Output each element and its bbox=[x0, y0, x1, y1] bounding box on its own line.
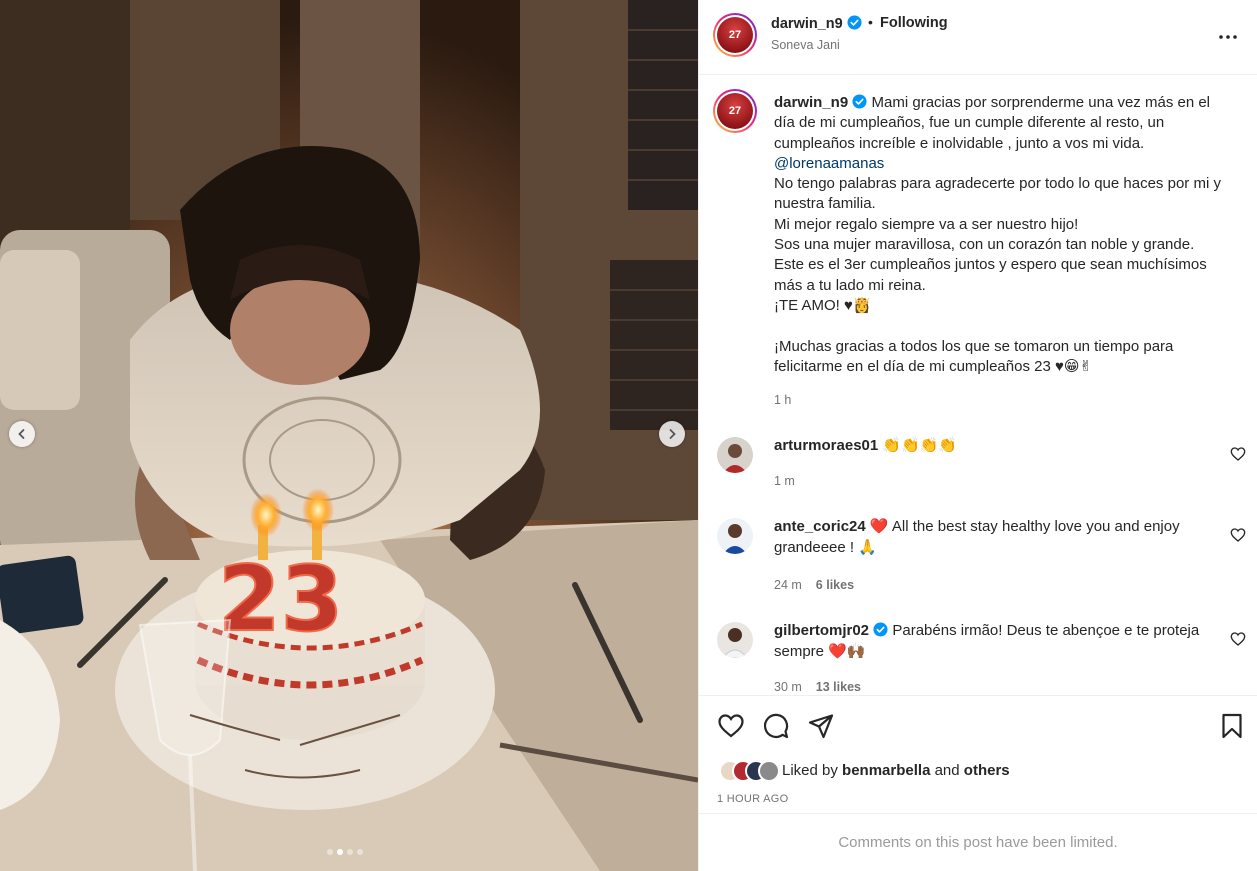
post-actions-bar: Liked by benmarbella and others 1 HOUR A… bbox=[699, 695, 1257, 813]
carousel-dot bbox=[327, 849, 333, 855]
save-bookmark-icon[interactable] bbox=[1218, 712, 1246, 740]
carousel-dot-active bbox=[337, 849, 343, 855]
comment-meta: 24 m 6 likes bbox=[774, 578, 854, 592]
avatar-image: 27 bbox=[717, 17, 753, 53]
post-dialog: 23 27 darwin_n9 • Following Soneva Jani … bbox=[0, 0, 1257, 871]
comment-text: gilbertomjr02 Parabéns irmão! Deus te ab… bbox=[774, 622, 1200, 660]
liked-by-text: Liked by benmarbella and others bbox=[782, 762, 1010, 779]
avatar-image bbox=[717, 622, 753, 658]
commenter-avatar[interactable] bbox=[717, 622, 753, 658]
chevron-right-icon bbox=[669, 429, 676, 439]
more-options-button[interactable] bbox=[1216, 25, 1240, 49]
carousel-dot bbox=[347, 849, 353, 855]
commenter-avatar[interactable] bbox=[717, 437, 753, 473]
caption-username[interactable]: darwin_n9 bbox=[774, 94, 848, 111]
caption-author-avatar[interactable]: 27 bbox=[713, 89, 757, 133]
comment-text: arturmoraes01 👏👏👏👏 bbox=[774, 437, 958, 454]
verified-badge-icon bbox=[873, 622, 888, 637]
verified-badge-icon bbox=[847, 15, 862, 30]
like-comment-heart-icon[interactable] bbox=[1230, 527, 1246, 543]
caption-text-body: No tengo palabras para agradecerte por t… bbox=[774, 175, 1221, 375]
post-timestamp[interactable]: 1 HOUR AGO bbox=[717, 793, 788, 805]
comment-username[interactable]: arturmoraes01 bbox=[774, 437, 878, 454]
post-header: 27 darwin_n9 • Following Soneva Jani bbox=[699, 0, 1257, 75]
next-photo-button[interactable] bbox=[659, 421, 685, 447]
comments-list[interactable]: 27 darwin_n9 Mami gracias por sorprender… bbox=[699, 76, 1257, 694]
previous-photo-button[interactable] bbox=[9, 421, 35, 447]
comment-username[interactable]: gilbertomjr02 bbox=[774, 622, 869, 639]
post-caption: darwin_n9 Mami gracias por sorprenderme … bbox=[774, 93, 1234, 377]
comments-limited-notice: Comments on this post have been limited. bbox=[699, 813, 1257, 871]
liked-by-others-link[interactable]: others bbox=[964, 762, 1010, 779]
like-comment-heart-icon[interactable] bbox=[1230, 631, 1246, 647]
svg-text:23: 23 bbox=[218, 547, 343, 652]
comment-text: ante_coric24 ❤️ All the best stay health… bbox=[774, 518, 1180, 556]
author-avatar[interactable]: 27 bbox=[713, 13, 757, 57]
more-options-icon bbox=[1219, 35, 1237, 39]
comment-likes-count[interactable]: 6 likes bbox=[816, 578, 854, 592]
comment-likes-count[interactable]: 13 likes bbox=[816, 680, 861, 694]
post-side-panel: 27 darwin_n9 • Following Soneva Jani 27 … bbox=[698, 0, 1257, 871]
header-separator: • bbox=[868, 14, 873, 30]
caption-time[interactable]: 1 h bbox=[774, 393, 791, 407]
post-media: 23 bbox=[0, 0, 698, 871]
verified-badge-icon bbox=[852, 94, 867, 109]
comment-meta: 30 m 13 likes bbox=[774, 680, 861, 694]
caption-mention-link[interactable]: @lorenaamanas bbox=[774, 155, 884, 172]
avatar-image: 27 bbox=[717, 93, 753, 129]
share-paper-plane-icon[interactable] bbox=[807, 712, 835, 740]
comment-time[interactable]: 24 m bbox=[774, 578, 802, 592]
carousel-indicator bbox=[327, 849, 363, 855]
post-location[interactable]: Soneva Jani bbox=[771, 38, 840, 52]
comment-bubble-icon[interactable] bbox=[762, 712, 790, 740]
author-username[interactable]: darwin_n9 bbox=[771, 15, 862, 32]
liker-avatar bbox=[758, 760, 780, 782]
like-comment-heart-icon[interactable] bbox=[1230, 446, 1246, 462]
avatar-image bbox=[717, 518, 753, 554]
post-photo: 23 bbox=[0, 0, 698, 871]
avatar-image bbox=[717, 437, 753, 473]
liked-by-user-link[interactable]: benmarbella bbox=[842, 762, 930, 779]
comment-time[interactable]: 30 m bbox=[774, 680, 802, 694]
chevron-left-icon bbox=[18, 429, 25, 439]
like-heart-icon[interactable] bbox=[717, 712, 745, 740]
commenter-avatar[interactable] bbox=[717, 518, 753, 554]
following-button[interactable]: Following bbox=[880, 15, 948, 31]
liked-by-avatars[interactable] bbox=[719, 760, 780, 782]
comment-username[interactable]: ante_coric24 bbox=[774, 518, 866, 535]
carousel-dot bbox=[357, 849, 363, 855]
comment-time[interactable]: 1 m bbox=[774, 474, 795, 488]
